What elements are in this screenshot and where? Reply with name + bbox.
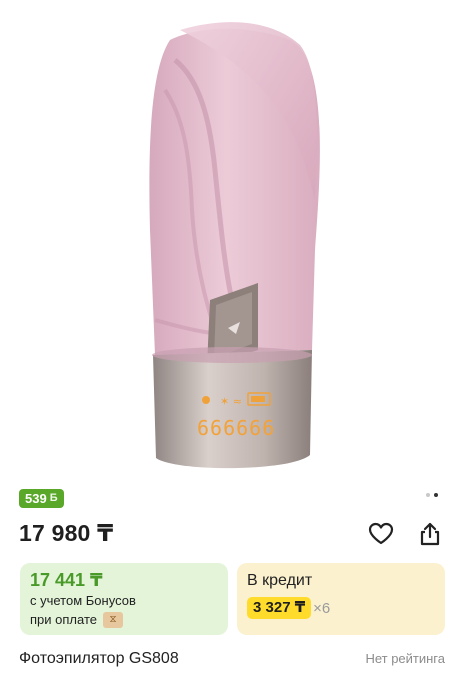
bonus-b-icon: Ƃ — [49, 492, 58, 504]
bonus-note-line1: с учетом Бонусов — [30, 593, 136, 608]
credit-title: В кредит — [247, 572, 313, 589]
product-title: Фотоэпилятор GS808 — [19, 650, 179, 667]
led-display-digits: 666666 — [197, 416, 275, 440]
share-icon — [420, 522, 440, 546]
bonus-price: 17 441 ₸ — [30, 570, 103, 590]
product-price: 17 980 ₸ — [19, 520, 114, 546]
credit-card[interactable]: В кредит 3 327 ₸ ×6 — [237, 563, 445, 635]
rating-link[interactable]: Нет рейтинга — [365, 651, 445, 666]
svg-text:✶ ≈: ✶ ≈ — [220, 395, 242, 408]
product-image[interactable]: ✶ ≈ 666666 — [0, 0, 465, 480]
bonus-badge: 539 Ƃ — [19, 489, 64, 508]
share-button[interactable] — [416, 520, 444, 548]
gallery-pager — [426, 493, 438, 497]
ipl-epilator-device-image: ✶ ≈ 666666 — [149, 22, 320, 469]
bonus-card-icon: ⧖ — [102, 611, 123, 628]
credit-months: ×6 — [313, 599, 331, 617]
pager-dot-active[interactable] — [434, 493, 438, 497]
pager-dot[interactable] — [426, 493, 430, 497]
heart-icon — [368, 522, 394, 545]
credit-monthly-payment: 3 327 ₸ — [247, 597, 312, 619]
bonus-badge-value: 539 — [25, 491, 47, 506]
bonus-price-card[interactable]: 17 441 ₸ с учетом Бонусов при оплате ⧖ — [20, 563, 228, 635]
bonus-note-line2: при оплате — [30, 612, 97, 627]
favorite-button[interactable] — [367, 520, 395, 548]
